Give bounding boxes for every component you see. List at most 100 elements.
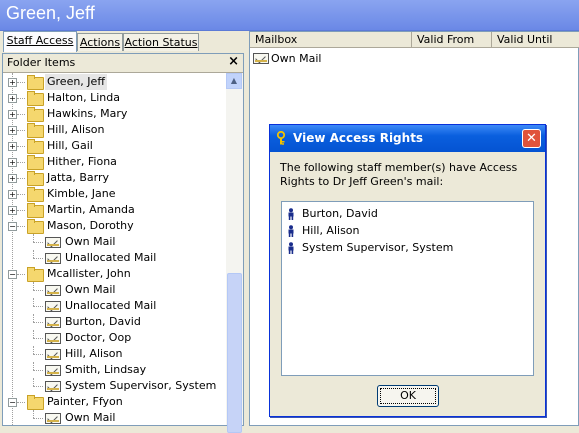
folder-icon bbox=[27, 75, 44, 90]
dialog-title: View Access Rights bbox=[293, 131, 424, 145]
tree-connector bbox=[33, 298, 34, 306]
folder-tree[interactable]: + Green, Jeff + Halton, Linda + Hawkins, Mary… bbox=[3, 73, 227, 425]
tree-mailbox-item[interactable]: Smith, Lindsay bbox=[3, 362, 227, 378]
tree-connector bbox=[33, 378, 34, 386]
tree-folder-item[interactable]: + Hawkins, Mary bbox=[3, 106, 227, 122]
tree-folder-item[interactable]: + Hill, Gail bbox=[3, 138, 227, 154]
tree-item-label: Kimble, Jane bbox=[47, 187, 116, 200]
tree-mailbox-item[interactable]: Burton, David bbox=[3, 314, 227, 330]
tree-folder-item[interactable]: + Kimble, Jane bbox=[3, 186, 227, 202]
tree-item-label: Hawkins, Mary bbox=[47, 107, 128, 120]
folder-icon bbox=[27, 123, 44, 138]
scroll-thumb[interactable] bbox=[227, 273, 242, 433]
tree-mailbox-item[interactable]: Unallocated Mail bbox=[3, 250, 227, 266]
tree-connector bbox=[33, 370, 43, 371]
tree-item-label: Painter, Ffyon bbox=[47, 395, 123, 408]
column-header-valid-until[interactable]: Valid Until bbox=[492, 32, 579, 48]
expand-icon[interactable]: + bbox=[8, 110, 17, 119]
tree-item-label: Own Mail bbox=[65, 411, 116, 424]
tree-connector bbox=[33, 282, 34, 290]
mail-icon bbox=[45, 333, 61, 344]
tree-connector bbox=[33, 362, 34, 370]
dialog-close-button[interactable]: ✕ bbox=[522, 129, 541, 148]
expand-icon[interactable]: + bbox=[8, 78, 17, 87]
expand-icon[interactable]: + bbox=[8, 142, 17, 151]
tree-connector bbox=[17, 210, 25, 211]
tree-folder-item[interactable]: − Painter, Ffyon bbox=[3, 394, 227, 410]
person-name: Burton, David bbox=[302, 207, 378, 220]
tree-connector bbox=[33, 418, 43, 419]
folder-icon bbox=[27, 203, 44, 218]
tree-connector bbox=[17, 98, 25, 99]
tree-item-label: Own Mail bbox=[65, 235, 116, 248]
tab-staff-access[interactable]: Staff Access bbox=[3, 31, 77, 52]
tree-mailbox-item[interactable]: Own Mail bbox=[3, 410, 227, 425]
tree-folder-item[interactable]: + Jatta, Barry bbox=[3, 170, 227, 186]
expand-icon[interactable]: + bbox=[8, 126, 17, 135]
tree-mailbox-item[interactable]: System Supervisor, System bbox=[3, 378, 227, 394]
tree-mailbox-item[interactable]: Own Mail bbox=[3, 234, 227, 250]
tree-connector bbox=[33, 306, 43, 307]
folder-icon bbox=[27, 395, 44, 410]
dialog-message: The following staff member(s) have Acces… bbox=[280, 161, 518, 188]
collapse-icon[interactable]: − bbox=[8, 222, 17, 231]
collapse-icon[interactable]: − bbox=[8, 398, 17, 407]
tree-item-label: Unallocated Mail bbox=[65, 251, 157, 264]
tree-item-label: Hill, Alison bbox=[47, 123, 105, 136]
folder-icon bbox=[27, 155, 44, 170]
person-name: Hill, Alison bbox=[302, 224, 360, 237]
expand-icon[interactable]: + bbox=[8, 206, 17, 215]
tree-connector bbox=[17, 194, 25, 195]
tab-action-status[interactable]: Action Status bbox=[123, 33, 199, 51]
folder-icon bbox=[27, 91, 44, 106]
expand-icon[interactable]: + bbox=[8, 174, 17, 183]
tree-folder-item[interactable]: + Halton, Linda bbox=[3, 90, 227, 106]
tree-connector bbox=[17, 402, 25, 403]
ok-button[interactable]: OK bbox=[377, 385, 439, 407]
column-header-valid-from[interactable]: Valid From bbox=[412, 32, 492, 48]
folder-items-panel: Folder Items × + Green, Jeff + Halton, Lind… bbox=[2, 53, 244, 433]
tree-connector bbox=[33, 234, 34, 242]
tree-mailbox-item[interactable]: Unallocated Mail bbox=[3, 298, 227, 314]
tree-folder-item[interactable]: − Mason, Dorothy bbox=[3, 218, 227, 234]
tree-mailbox-item[interactable]: Doctor, Oop bbox=[3, 330, 227, 346]
tree-connector bbox=[17, 178, 25, 179]
dialog-title-bar[interactable]: View Access Rights ✕ bbox=[270, 125, 545, 152]
column-header-mailbox[interactable]: Mailbox bbox=[250, 32, 412, 48]
tree-folder-item[interactable]: + Hither, Fiona bbox=[3, 154, 227, 170]
folder-icon bbox=[27, 219, 44, 234]
panel-close-icon[interactable]: × bbox=[228, 54, 239, 69]
tree-item-label: Mason, Dorothy bbox=[47, 219, 134, 232]
tree-folder-item[interactable]: + Martin, Amanda bbox=[3, 202, 227, 218]
collapse-icon[interactable]: − bbox=[8, 270, 17, 279]
tree-folder-item[interactable]: + Hill, Alison bbox=[3, 122, 227, 138]
mailbox-row[interactable]: Own Mail bbox=[253, 51, 453, 67]
tree-item-label: Unallocated Mail bbox=[65, 299, 157, 312]
tree-connector bbox=[33, 346, 34, 354]
tree-connector bbox=[33, 314, 34, 322]
scroll-up-button[interactable]: ▲ bbox=[226, 73, 242, 89]
mail-icon bbox=[45, 365, 61, 376]
tree-item-label: Mcallister, John bbox=[47, 267, 131, 280]
key-icon bbox=[276, 131, 286, 145]
expand-icon[interactable]: + bbox=[8, 190, 17, 199]
window-title: Green, Jeff bbox=[6, 3, 95, 23]
tree-connector bbox=[17, 114, 25, 115]
tree-folder-item[interactable]: − Mcallister, John bbox=[3, 266, 227, 282]
tree-item-label: Halton, Linda bbox=[47, 91, 120, 104]
tree-scrollbar[interactable]: ▲ bbox=[226, 73, 243, 433]
tree-connector bbox=[33, 250, 34, 258]
tree-item-label: Green, Jeff bbox=[45, 74, 107, 90]
mail-icon bbox=[253, 53, 269, 64]
tree-folder-item[interactable]: + Green, Jeff bbox=[3, 74, 227, 90]
view-access-rights-dialog: View Access Rights ✕ The following staff… bbox=[269, 124, 546, 417]
expand-icon[interactable]: + bbox=[8, 158, 17, 167]
tree-connector bbox=[17, 274, 25, 275]
tab-actions[interactable]: Actions bbox=[77, 33, 123, 51]
mail-icon bbox=[45, 413, 61, 424]
tree-mailbox-item[interactable]: Own Mail bbox=[3, 282, 227, 298]
access-rights-list[interactable]: Burton, David Hill, Alison System Supervis… bbox=[281, 201, 534, 376]
tree-mailbox-item[interactable]: Hill, Alison bbox=[3, 346, 227, 362]
expand-icon[interactable]: + bbox=[8, 94, 17, 103]
person-icon bbox=[288, 242, 294, 254]
